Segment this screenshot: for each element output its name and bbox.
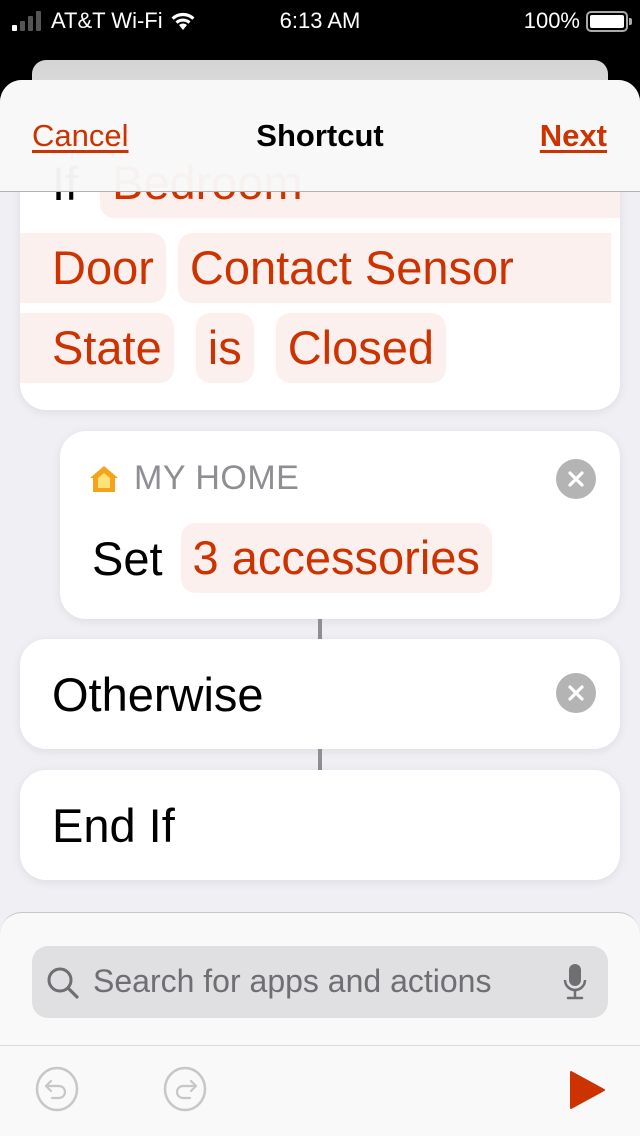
endif-label: End If — [52, 799, 175, 852]
token-operator-is[interactable]: is — [195, 313, 254, 383]
token-contact-sensor[interactable]: Contact Sensor — [177, 233, 611, 303]
actions-drawer: Search for apps and actions — [0, 912, 640, 1136]
play-icon[interactable] — [568, 1070, 606, 1110]
action-verb: Set — [92, 531, 163, 585]
undo-icon[interactable] — [34, 1066, 80, 1112]
token-accessories[interactable]: 3 accessories — [180, 523, 492, 593]
navigation-bar: Cancel Shortcut Next — [0, 80, 640, 192]
search-input[interactable]: Search for apps and actions — [32, 946, 608, 1018]
redo-icon[interactable] — [162, 1066, 208, 1112]
close-icon — [568, 471, 584, 487]
battery-icon — [586, 10, 632, 32]
otherwise-label: Otherwise — [52, 668, 264, 721]
action-app-name: MY HOME — [134, 459, 300, 497]
close-icon — [568, 685, 584, 701]
home-action-card[interactable]: MY HOME Set 3 accessories — [60, 431, 620, 619]
flow-connector — [318, 749, 322, 770]
microphone-icon[interactable] — [562, 962, 588, 1002]
token-state[interactable]: State — [20, 313, 174, 383]
remove-action-button[interactable] — [556, 459, 596, 499]
flow-connector — [318, 619, 322, 639]
home-app-icon — [90, 465, 118, 492]
status-bar: AT&T Wi-Fi 6:13 AM 100% — [0, 0, 640, 40]
token-door[interactable]: Door — [20, 233, 166, 303]
editor-toolbar — [0, 1045, 640, 1136]
shortcut-editor-sheet: Cancel Shortcut Next If Bedroom Door Con… — [0, 80, 640, 1136]
token-closed[interactable]: Closed — [275, 313, 447, 383]
search-placeholder: Search for apps and actions — [93, 963, 492, 999]
next-button[interactable]: Next — [540, 118, 607, 154]
endif-action-card[interactable]: End If — [20, 770, 620, 880]
otherwise-action-card[interactable]: Otherwise — [20, 639, 620, 749]
remove-otherwise-button[interactable] — [556, 673, 596, 713]
search-icon — [47, 967, 79, 999]
battery-percent: 100% — [523, 8, 580, 33]
